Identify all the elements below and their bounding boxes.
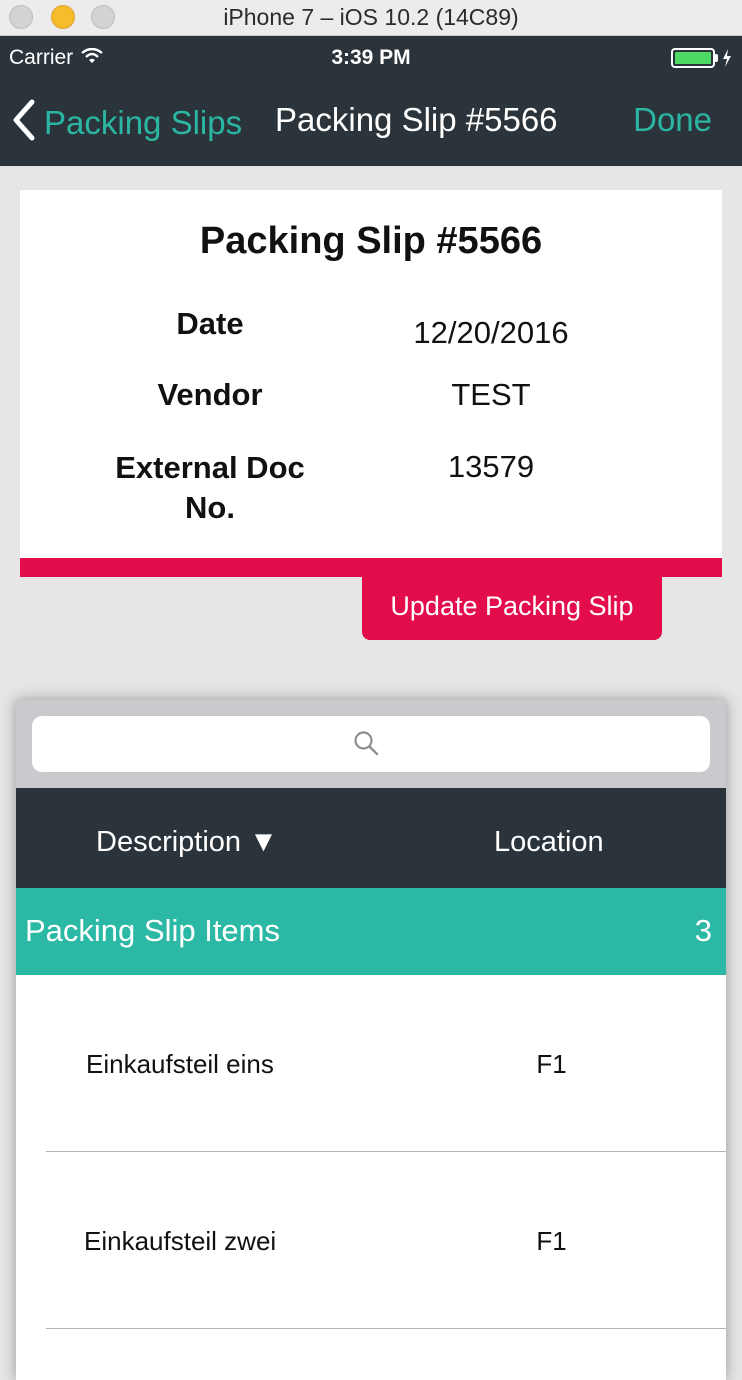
section-item-count: 3 — [694, 913, 712, 948]
card-title: Packing Slip #5566 — [199, 220, 543, 262]
packing-slip-card: Packing Slip #5566 Date 12/20/2016 Vendo… — [20, 190, 722, 558]
charging-bolt-icon — [723, 49, 731, 67]
navigation-bar: Packing Slips Packing Slip #5566 Done — [0, 80, 742, 166]
row-location: F1 — [536, 1049, 567, 1079]
simulator-title: iPhone 7 – iOS 10.2 (14C89) — [223, 4, 519, 30]
external-doc-label-line1: External Doc — [115, 450, 305, 485]
external-doc-label-line2: No. — [185, 490, 235, 525]
back-button-label: Packing Slips — [44, 103, 243, 141]
nav-title: Packing Slip #5566 — [275, 101, 558, 138]
row-description: Einkaufsteil zwei — [84, 1226, 277, 1256]
table-row[interactable]: Einkaufsteil zwei F1 — [16, 1152, 726, 1329]
row-description: Einkaufsteil eins — [86, 1049, 274, 1079]
table-row[interactable]: Einkaufsteil eins F1 — [16, 975, 726, 1152]
status-time: 3:39 PM — [331, 46, 411, 69]
row-divider — [46, 1328, 726, 1329]
date-label: Date — [176, 306, 244, 341]
status-bar: Carrier 3:39 PM — [0, 36, 742, 80]
card-accent-strip — [20, 558, 722, 577]
update-packing-slip-button[interactable]: Update Packing Slip — [362, 577, 662, 640]
items-list-panel: Description ▼ Location Packing Slip Item… — [16, 700, 726, 1380]
search-bar — [16, 700, 726, 788]
search-icon — [353, 730, 379, 761]
external-doc-label: External Doc No. — [80, 448, 340, 528]
section-header: Packing Slip Items 3 — [16, 888, 726, 975]
back-button[interactable]: Packing Slips — [10, 98, 242, 147]
simulator-titlebar: iPhone 7 – iOS 10.2 (14C89) — [0, 0, 742, 36]
column-header-description[interactable]: Description ▼ — [96, 826, 278, 859]
chevron-left-icon — [10, 98, 38, 147]
section-header-label: Packing Slip Items — [25, 913, 280, 948]
search-input[interactable] — [32, 716, 710, 772]
battery-icon — [671, 48, 732, 68]
done-button[interactable]: Done — [633, 101, 712, 139]
vendor-value: TEST — [451, 377, 531, 412]
row-location: F1 — [536, 1226, 567, 1256]
column-header-location[interactable]: Location — [494, 826, 604, 859]
external-doc-value: 13579 — [447, 449, 535, 484]
vendor-label: Vendor — [157, 377, 263, 412]
date-value: 12/20/2016 — [413, 315, 569, 350]
column-header-row: Description ▼ Location — [16, 788, 726, 888]
